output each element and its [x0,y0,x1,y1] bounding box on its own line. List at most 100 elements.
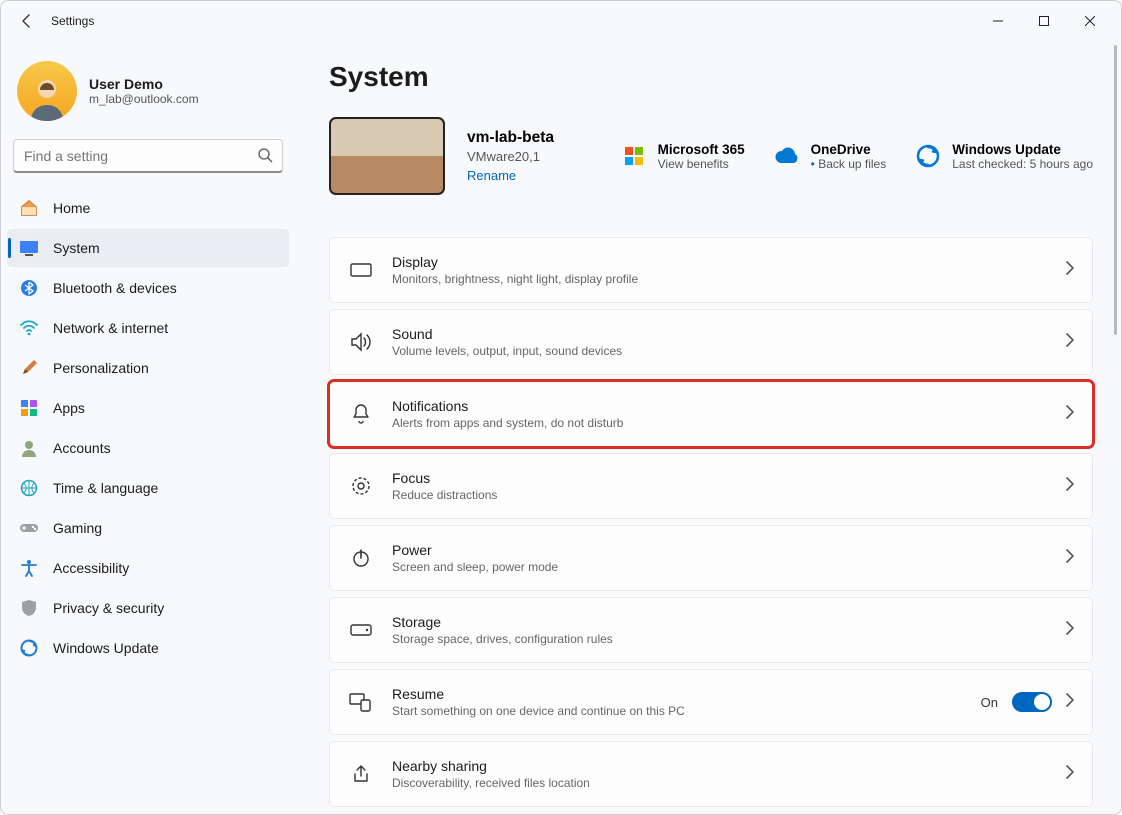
shield-icon [19,598,39,618]
nav-privacy[interactable]: Privacy & security [7,589,289,627]
wifi-icon [19,318,39,338]
content-area: System vm-lab-beta VMware20,1 Rename Mic… [301,41,1121,814]
resume-toggle[interactable] [1012,692,1052,712]
rename-link[interactable]: Rename [467,168,554,183]
search-input[interactable] [13,139,283,173]
card-focus[interactable]: FocusReduce distractions [329,453,1093,519]
card-title: Nearby sharing [392,758,590,774]
scrollbar-thumb[interactable] [1114,45,1117,335]
search-icon [257,147,273,168]
windows-update-link[interactable]: Windows UpdateLast checked: 5 hours ago [914,142,1093,171]
resume-icon [348,689,374,715]
avatar-icon [23,73,71,121]
storage-icon [348,617,374,643]
onedrive-sub: Back up files [811,157,887,171]
chevron-right-icon [1066,261,1074,280]
chevron-right-icon [1066,477,1074,496]
toggle-label: On [981,695,998,710]
profile-block[interactable]: User Demo m_lab@outlook.com [7,51,289,139]
bell-icon [348,401,374,427]
profile-name: User Demo [89,76,199,92]
nav-label: Network & internet [53,320,168,336]
update-icon [19,638,39,658]
onedrive-link[interactable]: OneDriveBack up files [773,142,887,171]
nav-label: System [53,240,100,256]
ms365-icon [620,142,648,170]
card-notifications[interactable]: Notifications Alerts from apps and system… [329,381,1093,447]
chevron-right-icon [1066,693,1074,712]
nav-network[interactable]: Network & internet [7,309,289,347]
card-title: Power [392,542,558,558]
minimize-button[interactable] [975,5,1021,37]
apps-icon [19,398,39,418]
device-info: vm-lab-beta VMware20,1 Rename [467,129,554,183]
chevron-right-icon [1066,765,1074,784]
nav-accounts[interactable]: Accounts [7,429,289,467]
nav-personalization[interactable]: Personalization [7,349,289,387]
card-power[interactable]: Power Screen and sleep, power mode [329,525,1093,591]
nav-label: Home [53,200,90,216]
chevron-right-icon [1066,405,1074,424]
card-title: Notifications [392,398,623,414]
card-sub: Screen and sleep, power mode [392,560,558,574]
chevron-right-icon [1066,549,1074,568]
card-sub: Alerts from apps and system, do not dist… [392,416,623,430]
nav-label: Time & language [53,480,158,496]
close-button[interactable] [1067,5,1113,37]
nav-label: Accessibility [53,560,129,576]
avatar [17,61,77,121]
nav-list: Home System Bluetooth & devices Network … [7,189,289,667]
card-storage[interactable]: StorageStorage space, drives, configurat… [329,597,1093,663]
nav-system[interactable]: System [7,229,289,267]
page-title: System [329,61,1093,93]
window-title: Settings [51,14,94,28]
nav-bluetooth[interactable]: Bluetooth & devices [7,269,289,307]
device-name: vm-lab-beta [467,129,554,147]
maximize-button[interactable] [1021,5,1067,37]
bluetooth-icon [19,278,39,298]
nav-time[interactable]: Time & language [7,469,289,507]
card-display[interactable]: DisplayMonitors, brightness, night light… [329,237,1093,303]
nav-label: Bluetooth & devices [53,280,177,296]
share-icon [348,761,374,787]
search-container [13,139,283,173]
back-button[interactable] [9,3,45,39]
display-icon [348,257,374,283]
card-sound[interactable]: SoundVolume levels, output, input, sound… [329,309,1093,375]
nav-apps[interactable]: Apps [7,389,289,427]
nav-label: Accounts [53,440,111,456]
home-icon [19,198,39,218]
header-links: Microsoft 365View benefits OneDriveBack … [620,142,1093,171]
nav-gaming[interactable]: Gaming [7,509,289,547]
card-resume[interactable]: ResumeStart something on one device and … [329,669,1093,735]
brush-icon [19,358,39,378]
globe-clock-icon [19,478,39,498]
system-icon [19,238,39,258]
arrow-left-icon [19,13,35,29]
scrollbar[interactable] [1111,45,1119,808]
gamepad-icon [19,518,39,538]
device-thumbnail[interactable] [329,117,445,195]
ms365-link[interactable]: Microsoft 365View benefits [620,142,745,171]
update-sub: Last checked: 5 hours ago [952,157,1093,171]
nav-label: Gaming [53,520,102,536]
ms365-sub: View benefits [658,157,745,171]
focus-icon [348,473,374,499]
cloud-icon [773,142,801,170]
nav-update[interactable]: Windows Update [7,629,289,667]
card-nearby[interactable]: Nearby sharingDiscoverability, received … [329,741,1093,807]
card-sub: Monitors, brightness, night light, displ… [392,272,638,286]
card-title: Storage [392,614,613,630]
sound-icon [348,329,374,355]
system-header-row: vm-lab-beta VMware20,1 Rename Microsoft … [329,117,1093,195]
nav-home[interactable]: Home [7,189,289,227]
card-title: Sound [392,326,622,342]
onedrive-title: OneDrive [811,142,887,157]
update-title: Windows Update [952,142,1093,157]
nav-accessibility[interactable]: Accessibility [7,549,289,587]
accessibility-icon [19,558,39,578]
profile-email: m_lab@outlook.com [89,92,199,106]
close-icon [1085,16,1095,26]
update-status-icon [914,142,942,170]
chevron-right-icon [1066,333,1074,352]
